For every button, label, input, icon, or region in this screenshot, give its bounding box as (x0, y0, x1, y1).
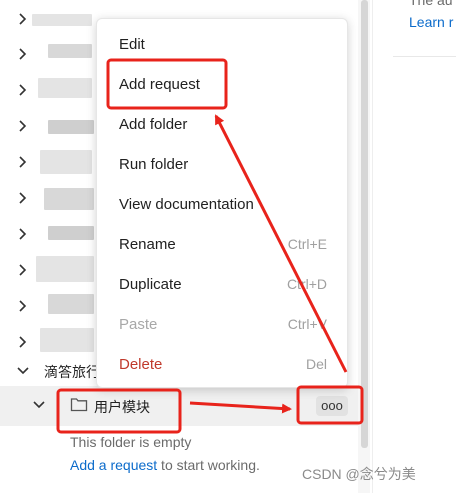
empty-folder-message: This folder is empty (70, 434, 192, 450)
blurred-name (36, 256, 94, 282)
chevron-down-icon[interactable] (16, 364, 30, 378)
folder-context-menu: Edit Add request Add folder Run folder V… (96, 18, 348, 388)
blurred-name (48, 120, 94, 134)
blurred-name (48, 44, 92, 58)
blurred-name (40, 328, 94, 352)
scrollbar-thumb[interactable] (361, 0, 368, 448)
right-pane-text: The au (409, 0, 453, 8)
chevron-right-icon[interactable] (16, 119, 30, 133)
more-actions-button[interactable]: ooo (316, 396, 348, 416)
folder-name[interactable]: 用户模块 (94, 397, 150, 417)
learn-more-link[interactable]: Learn r (409, 14, 453, 30)
folder-row[interactable] (0, 386, 358, 426)
chevron-right-icon[interactable] (16, 227, 30, 241)
chevron-down-icon[interactable] (32, 398, 46, 412)
divider (393, 56, 456, 57)
blurred-name (40, 150, 92, 174)
add-request-hint: Add a request to start working. (70, 457, 260, 473)
blurred-name (38, 78, 92, 98)
chevron-right-icon[interactable] (16, 83, 30, 97)
blurred-name (44, 188, 94, 210)
menu-item-add-request[interactable]: Add request (97, 65, 347, 105)
blurred-name (48, 226, 94, 240)
menu-item-view-documentation[interactable]: View documentation (97, 185, 347, 225)
watermark: CSDN @念兮为美 (302, 466, 416, 482)
chevron-right-icon[interactable] (16, 155, 30, 169)
chevron-right-icon[interactable] (16, 263, 30, 277)
menu-item-paste: Paste Ctrl+V (119, 316, 327, 333)
blurred-name (48, 294, 94, 314)
chevron-right-icon[interactable] (16, 335, 30, 349)
chevron-right-icon[interactable] (16, 299, 30, 313)
add-request-link[interactable]: Add a request (70, 457, 157, 473)
menu-item-delete[interactable]: Delete Del (97, 345, 347, 385)
blurred-name (32, 14, 92, 26)
menu-item-rename[interactable]: Rename Ctrl+E (97, 225, 347, 265)
right-pane: The au Learn r (372, 0, 456, 493)
chevron-right-icon[interactable] (16, 47, 30, 61)
menu-item-add-folder[interactable]: Add folder (97, 105, 347, 145)
chevron-right-icon[interactable] (16, 12, 30, 26)
folder-icon (70, 396, 88, 412)
chevron-right-icon[interactable] (16, 191, 30, 205)
menu-item-duplicate[interactable]: Duplicate Ctrl+D (97, 265, 347, 305)
menu-item-edit[interactable]: Edit (97, 25, 347, 65)
collection-name[interactable]: 滴答旅行 (44, 362, 100, 382)
menu-item-run-folder[interactable]: Run folder (97, 145, 347, 185)
